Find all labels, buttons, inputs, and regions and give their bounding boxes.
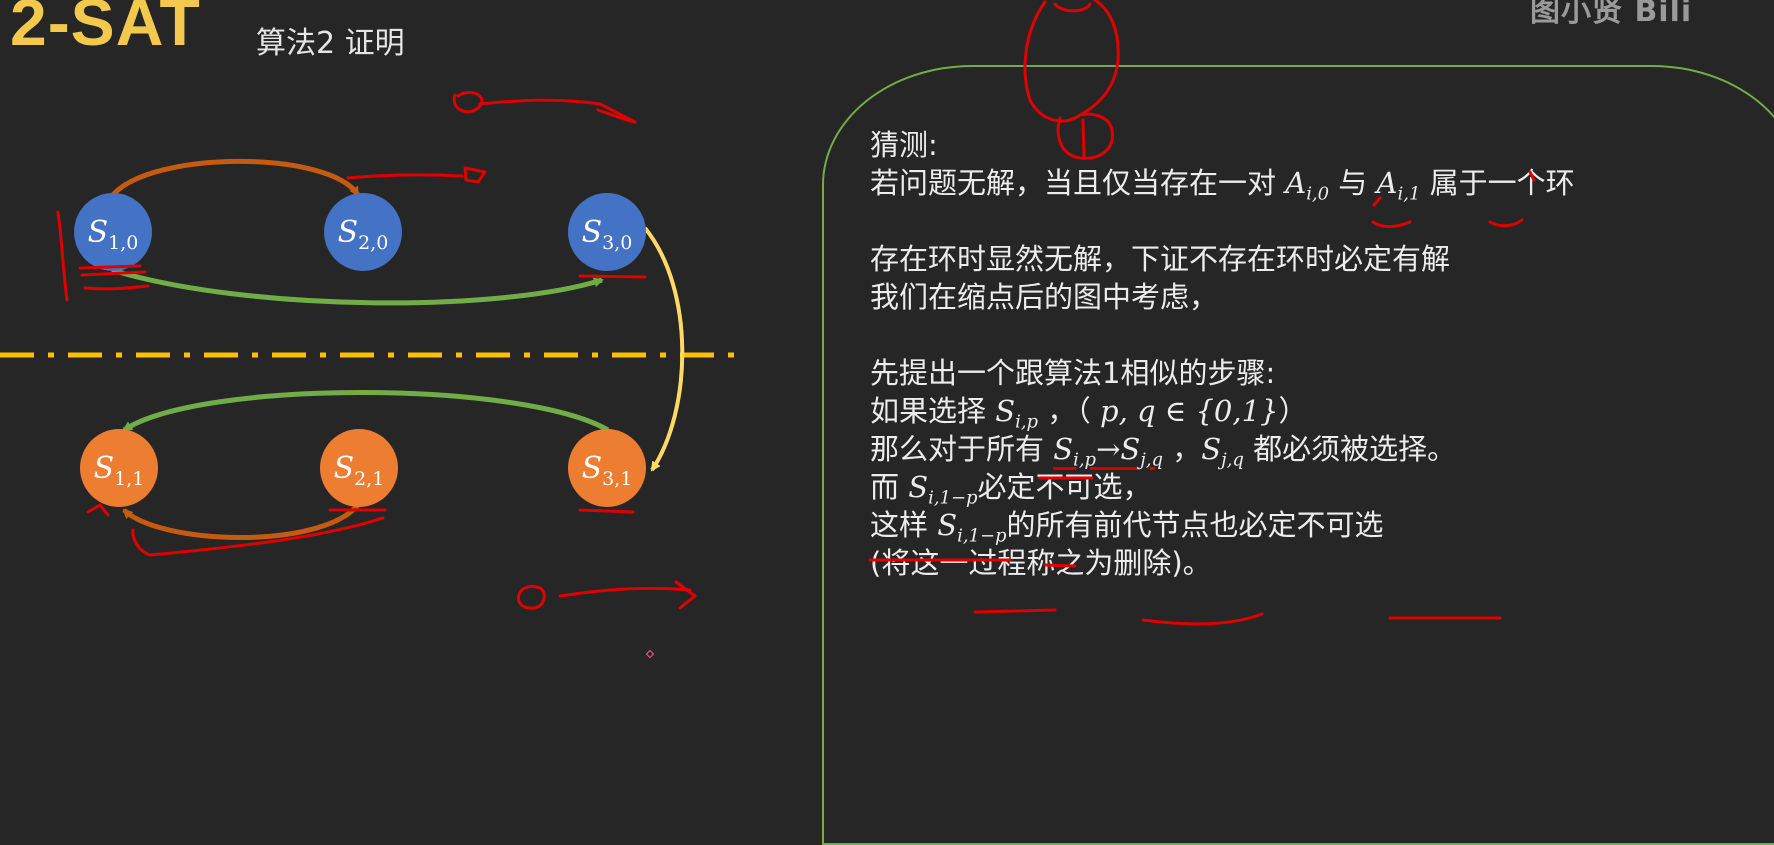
brand-watermark: 图小贤 Bili xyxy=(1530,0,1693,29)
text-line-not-selectable: 而 Si,1−p必定不可选， xyxy=(870,470,1152,509)
node-s31: S3,1 xyxy=(568,429,646,507)
edge-s31-s11 xyxy=(122,390,610,433)
text-line-step: 先提出一个跟算法1相似的步骤: xyxy=(870,356,1276,390)
edge-s30-s31 xyxy=(643,226,685,472)
node-s21: S2,1 xyxy=(320,429,398,507)
text-line-condensed: 我们在缩点后的图中考虑， xyxy=(870,280,1219,314)
proof-text: 猜测: 若问题无解，当且仅当存在一对 Ai,0 与 Ai,1 属于一个环 存在环… xyxy=(870,126,1770,582)
text-line-guess: 猜测: xyxy=(870,128,938,162)
text-line-claim: 若问题无解，当且仅当存在一对 Ai,0 与 Ai,1 属于一个环 xyxy=(870,166,1575,205)
edge-s10-s20 xyxy=(110,158,361,198)
text-line-all: 那么对于所有 Si,p→Sj,q ，Sj,q 都必须被选择。 xyxy=(870,432,1457,471)
text-line-predecessors: 这样 Si,1−p的所有前代节点也必定不可选 xyxy=(870,508,1384,547)
node-s20: S2,0 xyxy=(324,193,402,271)
text-line-cycle: 存在环时显然无解，下证不存在环时必定有解 xyxy=(870,242,1451,276)
text-line-delete: (将这一过程称之为删除)。 xyxy=(870,546,1212,580)
node-s10: S1,0 xyxy=(74,193,152,271)
text-line-choose: 如果选择 Si,p ，（ p, q ∈ {0,1}） xyxy=(870,394,1308,433)
node-s30: S3,0 xyxy=(568,193,646,271)
node-s11: S1,1 xyxy=(80,429,158,507)
edge-s21-s11 xyxy=(122,503,360,540)
graph-diagram: S1,0 S2,0 S3,0 S1,1 S2,1 S3,1 xyxy=(0,158,735,540)
edge-s10-s30 xyxy=(111,267,604,306)
